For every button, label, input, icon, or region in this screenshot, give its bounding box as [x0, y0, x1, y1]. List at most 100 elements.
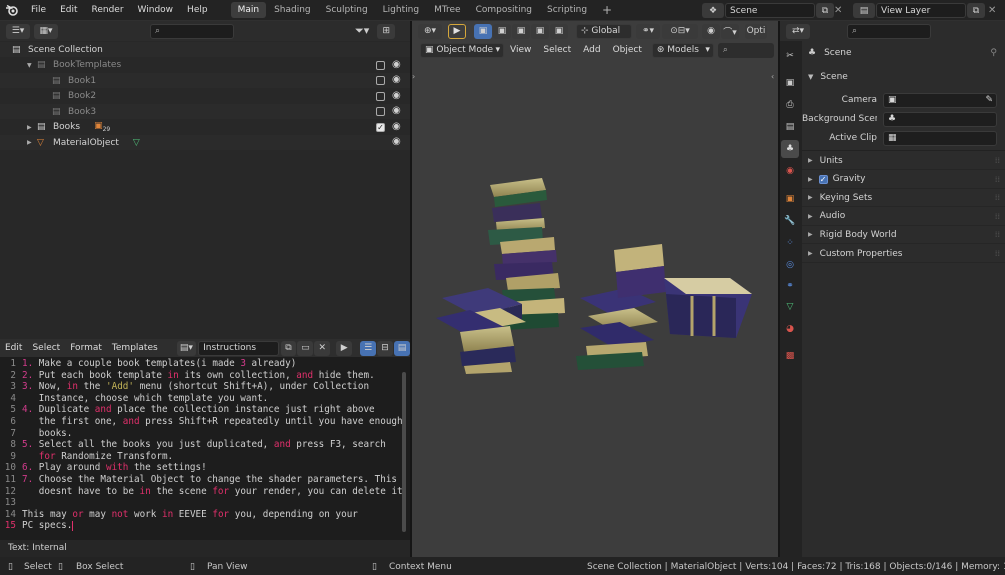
viewport-search-input[interactable]: ⌕ — [717, 42, 774, 58]
select-subtract-icon[interactable]: ▣ — [512, 23, 530, 39]
menu-edit[interactable]: Edit — [53, 0, 84, 20]
viewport-menu-select[interactable]: Select — [537, 40, 577, 60]
text-line[interactable]: 6 the first one, and press Shift+R repea… — [0, 416, 402, 428]
options-dropdown[interactable]: Opti — [745, 23, 767, 39]
outliner-row[interactable]: ▶ ▤ Books ▣29 ✓ ◉ — [0, 119, 410, 135]
workspace-tab-compositing[interactable]: Compositing — [469, 2, 539, 18]
workspace-tab-scripting[interactable]: Scripting — [540, 2, 594, 18]
text-line[interactable]: 1 1. Make a couple book templates(i made … — [0, 358, 400, 370]
exclude-checkbox[interactable]: ✓ — [376, 122, 385, 132]
physics-tab-icon[interactable]: ◎ — [781, 256, 799, 274]
open-text-icon[interactable]: ▭ — [297, 340, 314, 356]
text-line[interactable]: 4 Instance, choose which template you wa… — [0, 393, 400, 405]
outliner-row[interactable]: ▼ ▤ BookTemplates ◉ — [0, 57, 410, 73]
eyedropper-icon[interactable]: ✎ — [985, 95, 996, 105]
text-line[interactable]: 11 7. Choose the Material Object to chang… — [0, 474, 400, 486]
properties-section-custom-properties[interactable]: ▶ Custom Properties ⁞⁞ — [802, 245, 1005, 263]
view-layer-tab-icon[interactable]: ▤ — [781, 118, 799, 136]
display-mode-icon[interactable]: ▦▾ — [34, 23, 58, 39]
chevron-right-icon[interactable]: ▶ — [27, 124, 37, 131]
sidebar-expand-icon[interactable]: ‹ — [771, 72, 777, 82]
view-layer-field[interactable]: View Layer — [876, 3, 966, 18]
camera-field[interactable]: ▣ ✎ — [883, 92, 997, 108]
eye-icon[interactable]: ◉ — [392, 90, 401, 101]
text-menu-templates[interactable]: Templates — [107, 338, 163, 358]
close-scene-icon[interactable]: ✕ — [834, 3, 846, 18]
word-wrap-toggle-icon[interactable]: ⊟ — [377, 340, 394, 356]
select-intersect-icon[interactable]: ▣ — [550, 23, 568, 39]
select-tool-icon[interactable]: ▶ — [448, 23, 466, 39]
text-line[interactable]: 15 PC specs. — [0, 520, 400, 532]
close-view-layer-icon[interactable]: ✕ — [988, 3, 1000, 18]
workspace-tab-shading[interactable]: Shading — [267, 2, 318, 18]
texture-tab-icon[interactable]: ▩ — [781, 347, 799, 365]
viewport-menu-object[interactable]: Object — [607, 40, 648, 60]
object-tab-icon[interactable]: ▣ — [781, 190, 799, 208]
outliner-row[interactable]: ▤ Book2 ◉ — [0, 88, 410, 104]
text-line[interactable]: 12 doesnt have to be in the scene for yo… — [0, 486, 408, 498]
text-line[interactable]: 14 This may or may not work in EEVEE for … — [0, 509, 400, 521]
eye-icon[interactable]: ◉ — [392, 59, 401, 70]
menu-file[interactable]: File — [24, 0, 53, 20]
view-layer-browse-icon[interactable]: ▤ — [853, 3, 875, 18]
run-script-icon[interactable]: ▶ — [336, 340, 353, 356]
output-tab-icon[interactable]: ⎙ — [781, 96, 799, 114]
eye-icon[interactable]: ◉ — [392, 136, 401, 147]
exclude-checkbox[interactable] — [376, 107, 385, 116]
scene-tab-icon[interactable]: ♣ — [781, 140, 799, 158]
data-tab-icon[interactable]: ▽ — [781, 298, 799, 316]
properties-editor-type-icon[interactable]: ⇄▾ — [786, 23, 810, 39]
text-scrollbar[interactable] — [402, 372, 406, 532]
drag-handle-icon[interactable]: ⁞⁞ — [995, 230, 1000, 239]
viewport-menu-add[interactable]: Add — [577, 40, 606, 60]
world-tab-icon[interactable]: ◉ — [781, 162, 799, 180]
drag-handle-icon[interactable]: ⁞⁞ — [995, 156, 1000, 165]
exclude-checkbox[interactable] — [376, 76, 385, 85]
workspace-tab-lighting[interactable]: Lighting — [376, 2, 426, 18]
new-collection-icon[interactable]: ⊞ — [377, 23, 396, 39]
text-line[interactable]: 9 for Randomize Transform. — [0, 451, 400, 463]
filter-icon[interactable]: ⏷▾ — [355, 24, 369, 38]
new-text-icon[interactable]: ⧉ — [280, 340, 297, 356]
properties-search-input[interactable]: ⌕ — [847, 23, 931, 39]
drag-handle-icon[interactable]: ⁞⁞ — [995, 175, 1000, 184]
text-content[interactable]: 1 1. Make a couple book templates(i made … — [0, 358, 408, 538]
add-workspace-button[interactable]: + — [595, 2, 619, 18]
text-line[interactable]: 2 2. Put each book template in its own co… — [0, 370, 400, 382]
workspace-tab-sculpting[interactable]: Sculpting — [319, 2, 375, 18]
snap-icon[interactable]: ⊙⊟▾ — [662, 23, 698, 39]
material-tab-icon[interactable]: ◕ — [781, 320, 799, 338]
text-name-field[interactable]: Instructions — [198, 340, 279, 356]
unlink-text-icon[interactable]: ✕ — [314, 340, 331, 356]
outliner-row[interactable]: ▤ Book1 ◉ — [0, 73, 410, 88]
syntax-highlight-toggle-icon[interactable]: ▤ — [394, 340, 410, 356]
transform-orientation-dropdown[interactable]: ⊹ Global — [576, 23, 632, 39]
constraints-tab-icon[interactable]: ⚭ — [781, 277, 799, 295]
line-numbers-toggle-icon[interactable]: ☰ — [360, 340, 377, 356]
viewport-menu-view[interactable]: View — [504, 40, 537, 60]
drag-handle-icon[interactable]: ⁞⁞ — [995, 193, 1000, 202]
menu-render[interactable]: Render — [85, 0, 131, 20]
select-invert-icon[interactable]: ▣ — [531, 23, 549, 39]
properties-section-keying-sets[interactable]: ▶ Keying Sets ⁞⁞ — [802, 189, 1005, 208]
text-line[interactable]: 7 books. — [0, 428, 400, 440]
gravity-checkbox[interactable]: ✓ — [818, 174, 828, 184]
exclude-checkbox[interactable] — [376, 91, 385, 101]
text-browse-icon[interactable]: ▤▾ — [176, 340, 197, 356]
text-line[interactable]: 8 5. Select all the books you just duplic… — [0, 439, 400, 451]
chevron-down-icon[interactable]: ▼ — [27, 62, 37, 69]
chevron-right-icon[interactable]: ▶ — [27, 139, 37, 146]
outliner-search-input[interactable]: ⌕ — [150, 23, 234, 39]
blender-logo-icon[interactable] — [0, 0, 24, 20]
text-menu-format[interactable]: Format — [65, 338, 107, 358]
exclude-checkbox[interactable] — [376, 60, 385, 70]
viewport-editor-type-icon[interactable]: ⊕▾ — [418, 23, 442, 39]
proportional-edit-icon[interactable]: ◉ — [702, 23, 720, 39]
text-line[interactable]: 3 3. Now, in the 'Add' menu (shortcut Shi… — [0, 381, 400, 393]
text-line[interactable]: 13 — [0, 497, 400, 509]
drag-handle-icon[interactable]: ⁞⁞ — [995, 249, 1000, 258]
pivot-point-icon[interactable]: ⚭▾ — [636, 23, 660, 39]
select-extend-icon[interactable]: ▣ — [493, 23, 511, 39]
eye-icon[interactable]: ◉ — [392, 105, 401, 116]
outliner-row[interactable]: ▤ Book3 ◉ — [0, 104, 410, 119]
